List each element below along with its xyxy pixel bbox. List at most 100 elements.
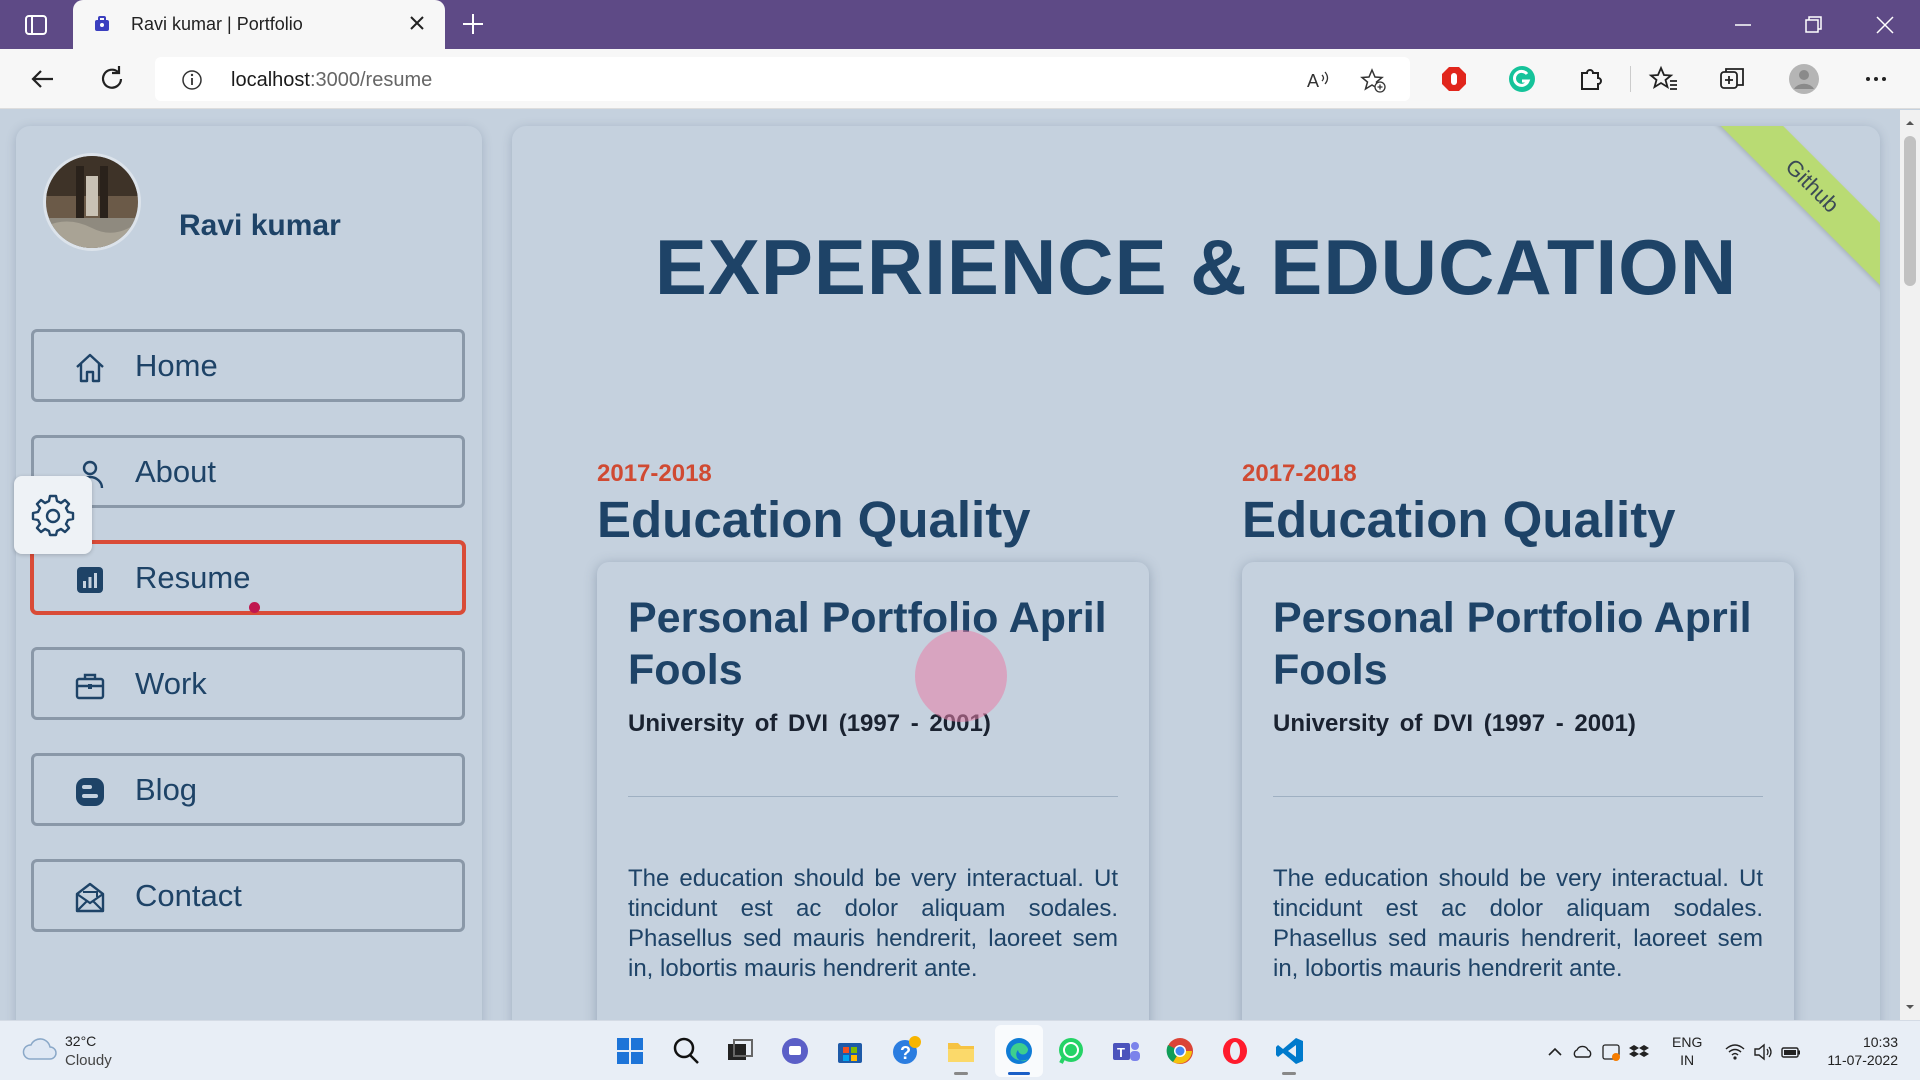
page-viewport: Ravi kumar Home About Resume Work Blog C… xyxy=(0,110,1900,1020)
chart-icon xyxy=(77,567,103,593)
close-tab-icon[interactable] xyxy=(407,13,427,33)
running-indicator xyxy=(1282,1072,1296,1075)
battery-icon[interactable] xyxy=(1780,1041,1802,1063)
gear-icon xyxy=(31,494,75,537)
resume-card: Personal Portfolio April Fools Universit… xyxy=(1242,562,1794,1020)
resume-column-1: 2017-2018 Education Quality Personal Por… xyxy=(597,460,1149,1020)
section-title: Education Quality xyxy=(1242,491,1676,548)
address-bar: localhost:3000/resume A xyxy=(0,49,1920,109)
card-body: The education should be very interactual… xyxy=(1273,865,1763,982)
home-icon xyxy=(76,353,104,383)
page-title: EXPERIENCE & EDUCATION xyxy=(654,223,1738,311)
minimize-icon[interactable] xyxy=(1730,12,1756,38)
system-clock[interactable]: 10:33 11-07-2022 xyxy=(1822,1033,1898,1069)
more-menu-icon[interactable] xyxy=(1860,63,1892,95)
nav-label: About xyxy=(135,454,217,489)
teams-chat-icon[interactable] xyxy=(779,1035,811,1067)
running-indicator xyxy=(954,1072,968,1075)
sync-icon[interactable] xyxy=(1600,1041,1622,1063)
dropbox-icon[interactable] xyxy=(1628,1041,1650,1063)
avatar xyxy=(46,156,138,248)
nav-item-work[interactable]: Work xyxy=(31,647,465,720)
nav-label: Resume xyxy=(135,560,251,595)
tab-actions-icon[interactable] xyxy=(20,12,52,38)
site-info-icon[interactable] xyxy=(181,69,203,91)
search-icon[interactable] xyxy=(670,1035,702,1067)
browser-tab[interactable]: Ravi kumar | Portfolio xyxy=(73,0,445,49)
portfolio-favicon-icon xyxy=(95,16,109,31)
onedrive-icon[interactable] xyxy=(1572,1041,1594,1063)
restore-icon[interactable] xyxy=(1800,12,1826,38)
active-indicator xyxy=(1008,1072,1030,1075)
grammarly-extension-icon[interactable] xyxy=(1506,63,1538,95)
url-text: localhost:3000/resume xyxy=(231,69,433,91)
show-hidden-icons-chevron-icon[interactable] xyxy=(1544,1041,1566,1063)
favorites-icon[interactable] xyxy=(1648,63,1680,95)
teams-icon[interactable]: T xyxy=(1110,1035,1142,1067)
new-tab-icon[interactable] xyxy=(460,11,486,37)
nav-item-about[interactable]: About xyxy=(31,435,465,508)
file-explorer-icon[interactable] xyxy=(945,1035,977,1067)
opera-icon[interactable] xyxy=(1219,1035,1251,1067)
close-window-icon[interactable] xyxy=(1872,12,1898,38)
year-label: 2017-2018 xyxy=(597,460,712,487)
card-title: Personal Portfolio April Fools xyxy=(1273,594,1752,694)
svg-text:T: T xyxy=(1117,1045,1125,1060)
vertical-scrollbar[interactable] xyxy=(1900,110,1920,1020)
wifi-icon[interactable] xyxy=(1724,1041,1746,1063)
nav-item-resume[interactable]: Resume xyxy=(31,541,465,614)
url-field[interactable]: localhost:3000/resume A xyxy=(155,57,1410,101)
weather-temp[interactable]: 32°C xyxy=(65,1033,96,1049)
nav-item-home[interactable]: Home xyxy=(31,329,465,402)
nav-label: Home xyxy=(135,348,218,383)
nav-item-blog[interactable]: Blog xyxy=(31,753,465,826)
svg-text:?: ? xyxy=(900,1043,911,1063)
browser-tab-bar: Ravi kumar | Portfolio xyxy=(0,0,1920,49)
taskbar: 32°C Cloudy ? T ENG IN 10:33 11-07-2022 xyxy=(0,1020,1920,1080)
active-indicator-dot xyxy=(249,602,260,613)
scroll-down-arrow-icon[interactable] xyxy=(1905,1002,1915,1012)
briefcase-icon xyxy=(75,673,105,700)
adblock-extension-icon[interactable] xyxy=(1438,63,1470,95)
year-label: 2017-2018 xyxy=(1242,460,1357,487)
microsoft-store-icon[interactable] xyxy=(834,1035,866,1067)
chrome-icon[interactable] xyxy=(1164,1035,1196,1067)
svg-text:A: A xyxy=(1307,71,1319,91)
task-view-icon[interactable] xyxy=(724,1035,756,1067)
volume-icon[interactable] xyxy=(1752,1041,1774,1063)
scrollbar-thumb[interactable] xyxy=(1904,136,1916,286)
extensions-puzzle-icon[interactable] xyxy=(1574,63,1606,95)
resume-card: Personal Portfolio April Fools Universit… xyxy=(597,562,1149,1020)
card-title: Personal Portfolio April Fools xyxy=(628,594,1107,694)
sidebar: Ravi kumar Home About Resume Work Blog C… xyxy=(16,126,482,1020)
blogger-icon xyxy=(76,778,104,806)
whatsapp-icon[interactable] xyxy=(1055,1035,1087,1067)
toolbar-separator xyxy=(1630,66,1631,92)
edge-browser-icon[interactable] xyxy=(1003,1035,1035,1067)
card-subtitle: University of DVI (1997 - 2001) xyxy=(1273,710,1636,737)
weather-desc[interactable]: Cloudy xyxy=(65,1052,112,1069)
card-divider xyxy=(1273,796,1763,797)
resume-column-2: 2017-2018 Education Quality Personal Por… xyxy=(1242,460,1794,1020)
profile-avatar-icon[interactable] xyxy=(1788,63,1820,95)
nav-label: Work xyxy=(135,666,207,701)
scroll-up-arrow-icon[interactable] xyxy=(1905,118,1915,128)
get-help-icon[interactable]: ? xyxy=(890,1035,922,1067)
read-aloud-icon[interactable]: A xyxy=(1305,67,1331,93)
vscode-icon[interactable] xyxy=(1274,1035,1306,1067)
add-favorite-icon[interactable] xyxy=(1360,67,1386,93)
mail-icon xyxy=(75,882,105,913)
cursor-highlight xyxy=(915,630,1007,722)
collections-icon[interactable] xyxy=(1716,63,1748,95)
reload-icon[interactable] xyxy=(96,63,128,95)
back-arrow-icon[interactable] xyxy=(27,63,59,95)
cloud-weather-icon[interactable] xyxy=(22,1033,58,1063)
user-name: Ravi kumar xyxy=(179,209,341,242)
main-panel: Github EXPERIENCE & EDUCATION 2017-2018 … xyxy=(512,126,1880,1020)
nav-label: Contact xyxy=(135,878,242,913)
windows-start-icon[interactable] xyxy=(614,1035,646,1067)
tab-title: Ravi kumar | Portfolio xyxy=(131,14,303,34)
nav-item-contact[interactable]: Contact xyxy=(31,859,465,932)
language-indicator[interactable]: ENG IN xyxy=(1672,1033,1702,1069)
settings-button[interactable] xyxy=(14,476,92,554)
